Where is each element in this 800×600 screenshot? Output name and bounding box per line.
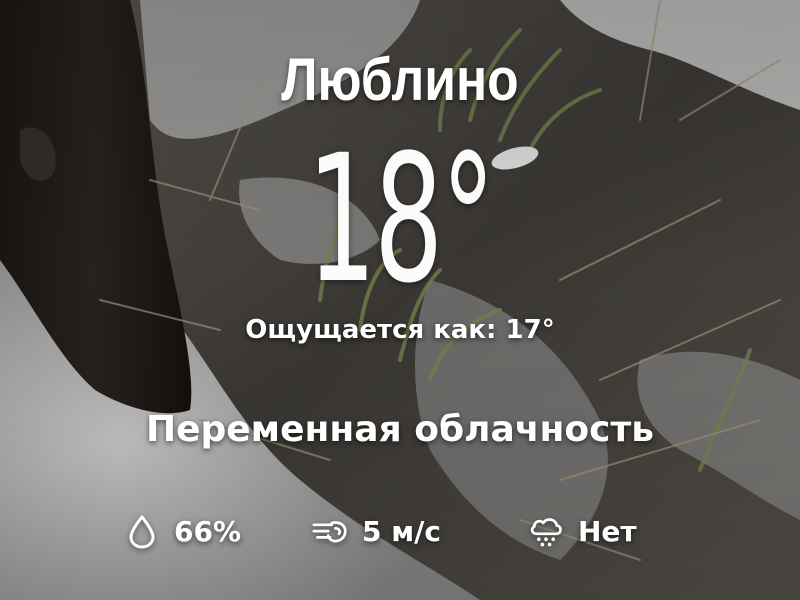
precipitation-stat: Нет (528, 508, 637, 556)
temperature-value: 18° (307, 117, 495, 322)
wind-stat: 5 м/с (312, 508, 441, 556)
weather-card: Люблино 18° Ощущается как: 17° Переменна… (0, 0, 800, 600)
weather-stats: 66% 5 м/с Нет (0, 508, 800, 556)
wind-icon (312, 514, 348, 550)
feels-like: Ощущается как: 17° (245, 315, 555, 345)
wind-value: 5 м/с (362, 515, 441, 548)
droplet-icon (124, 514, 160, 550)
humidity-stat: 66% (124, 508, 241, 556)
precipitation-value: Нет (578, 515, 637, 548)
city-name: Люблино (281, 46, 519, 113)
condition-text: Переменная облачность (145, 409, 655, 450)
cloud-snow-icon (528, 514, 564, 550)
temperature: 18° (0, 132, 800, 308)
humidity-value: 66% (174, 515, 242, 548)
